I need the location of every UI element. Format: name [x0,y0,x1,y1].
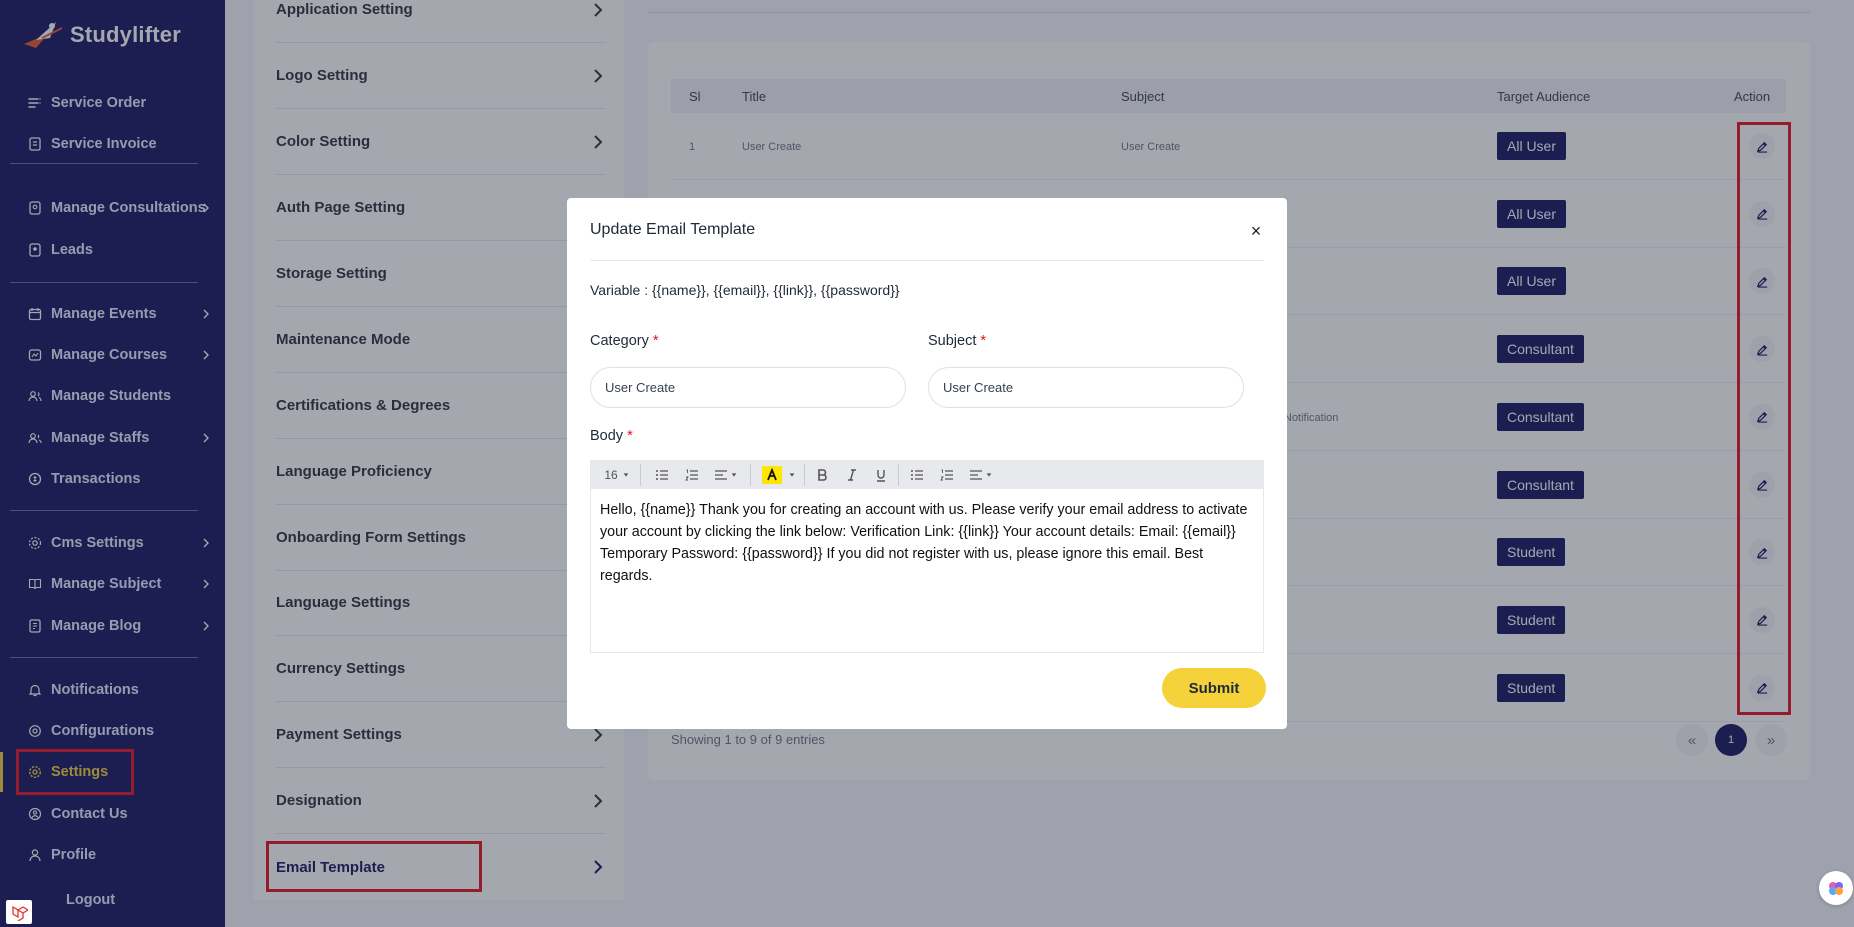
highlight-swatch [762,466,782,484]
underline-icon[interactable] [872,465,890,485]
subject-label: Subject * [928,333,986,349]
close-icon[interactable]: × [1247,222,1265,240]
bold-icon[interactable] [813,465,831,485]
align-dropdown[interactable] [711,465,741,485]
required-mark: * [980,333,987,349]
caret-down-icon [731,473,737,477]
toolbar-separator [898,464,899,486]
category-label: Category * [590,333,659,349]
submit-button[interactable]: Submit [1162,668,1266,708]
numbered-list-icon[interactable] [936,465,958,485]
font-size-dropdown[interactable]: 16 [601,465,633,485]
update-email-template-modal: Update Email Template × Variable : {{nam… [567,198,1287,729]
modal-divider [590,260,1264,261]
toolbar-separator [640,464,641,486]
caret-down-icon [986,473,992,477]
unordered-list-icon[interactable] [651,465,673,485]
variables-hint: Variable : {{name}}, {{email}}, {{link}}… [590,282,900,298]
toolbar-separator [750,464,751,486]
body-label: Body * [590,428,633,444]
paragraph-align-dropdown[interactable] [966,465,996,485]
body-label-text: Body [590,428,624,444]
subject-label-text: Subject [928,333,977,349]
required-mark: * [652,333,659,349]
framework-logo-icon [6,900,32,924]
modal-title: Update Email Template [590,221,756,238]
assistant-fab[interactable] [1819,871,1853,905]
font-size-value: 16 [604,468,618,482]
category-input[interactable]: User Create [590,367,906,408]
editor-content[interactable]: Hello, {{name}} Thank you for creating a… [600,499,1255,587]
subject-input[interactable]: User Create [928,367,1244,408]
ordered-list-icon[interactable] [681,465,703,485]
required-mark: * [627,428,633,444]
caret-down-icon [623,473,629,477]
caret-down-icon [789,473,795,477]
editor-toolbar: 16 [591,461,1263,489]
category-label-text: Category [590,333,649,349]
bullet-list-icon[interactable] [906,465,928,485]
body-editor[interactable]: 16 Hello, {{name}} Thank you for creatin… [590,460,1264,653]
toolbar-separator [804,464,805,486]
italic-icon[interactable] [843,465,861,485]
highlight-color-icon[interactable] [759,465,799,485]
brain-icon [1829,882,1843,895]
